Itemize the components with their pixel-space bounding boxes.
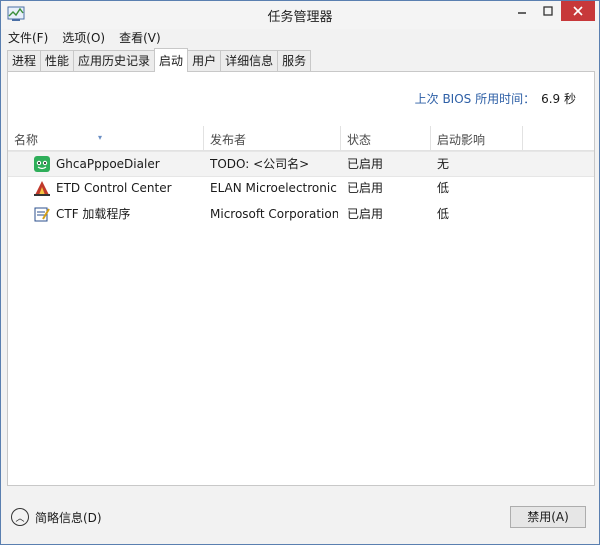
column-publisher[interactable]: 发布者	[204, 126, 341, 150]
tab-app-history[interactable]: 应用历史记录	[73, 50, 156, 71]
row-impact: 无	[437, 157, 450, 171]
fewer-details-link[interactable]: ︿ 简略信息(D)	[11, 508, 102, 526]
row-status: 已启用	[347, 207, 384, 221]
menu-options[interactable]: 选项(O)	[55, 29, 112, 47]
tab-processes[interactable]: 进程	[7, 50, 42, 71]
tab-startup[interactable]: 启动	[154, 48, 189, 72]
column-name-label: 名称	[14, 133, 39, 147]
close-button[interactable]	[561, 1, 595, 21]
task-manager-window: 任务管理器 文件(F) 选项(O) 查看(V) 进程 性能 应用历史记录 启动 …	[0, 0, 600, 545]
fewer-details-label: 简略信息(D)	[35, 510, 102, 525]
minimize-icon	[518, 12, 526, 14]
column-impact-label: 启动影响	[437, 133, 486, 147]
row-status: 已启用	[347, 157, 384, 171]
bios-time-label: 上次 BIOS 所用时间：	[414, 92, 536, 106]
table-row[interactable]: CTF 加载程序 Microsoft Corporation 已启用 低	[8, 202, 594, 226]
menu-view[interactable]: 查看(V)	[112, 29, 168, 47]
row-name: GhcaPppoeDialer	[56, 157, 160, 171]
startup-panel: 上次 BIOS 所用时间： 6.9 秒 ▾ 名称 发布者 状态 启动影响 Ghc…	[7, 71, 595, 486]
sort-arrow-icon: ▾	[98, 133, 103, 142]
table-row[interactable]: GhcaPppoeDialer TODO: <公司名> 已启用 无	[8, 151, 594, 177]
title-bar[interactable]: 任务管理器	[1, 1, 599, 29]
etd-control-icon	[34, 181, 50, 196]
column-status[interactable]: 状态	[341, 126, 431, 150]
column-status-label: 状态	[347, 133, 372, 147]
row-impact: 低	[437, 207, 450, 221]
column-impact[interactable]: 启动影响	[431, 126, 523, 150]
row-name: CTF 加载程序	[56, 207, 131, 221]
row-publisher: Microsoft Corporation	[210, 207, 338, 221]
row-name: ETD Control Center	[56, 181, 172, 195]
bios-time: 上次 BIOS 所用时间： 6.9 秒	[415, 90, 576, 107]
table-row[interactable]: ETD Control Center ELAN Microelectronic.…	[8, 176, 594, 200]
row-publisher: TODO: <公司名>	[210, 157, 310, 171]
menu-bar: 文件(F) 选项(O) 查看(V)	[1, 29, 599, 47]
tab-performance[interactable]: 性能	[40, 50, 75, 71]
table-header: ▾ 名称 发布者 状态 启动影响	[8, 126, 594, 151]
tab-strip: 进程 性能 应用历史记录 启动 用户 详细信息 服务	[7, 48, 312, 72]
row-impact: 低	[437, 181, 450, 195]
footer-bar: ︿ 简略信息(D) 禁用(A)	[1, 494, 599, 544]
collapse-chevron-icon: ︿	[11, 508, 29, 526]
maximize-icon	[543, 6, 553, 16]
column-name[interactable]: ▾ 名称	[8, 126, 204, 150]
close-icon	[573, 6, 583, 16]
maximize-button[interactable]	[535, 1, 561, 21]
tab-users[interactable]: 用户	[187, 50, 222, 71]
tab-services[interactable]: 服务	[277, 50, 312, 71]
ctf-loader-icon	[34, 207, 50, 222]
disable-button[interactable]: 禁用(A)	[510, 506, 586, 528]
ghca-dialer-icon	[34, 156, 50, 172]
row-status: 已启用	[347, 181, 384, 195]
row-publisher: ELAN Microelectronic...	[210, 181, 338, 195]
menu-file[interactable]: 文件(F)	[1, 29, 55, 47]
minimize-button[interactable]	[509, 1, 535, 21]
bios-time-value: 6.9 秒	[541, 92, 576, 106]
column-publisher-label: 发布者	[210, 133, 247, 147]
tab-details[interactable]: 详细信息	[220, 50, 279, 71]
